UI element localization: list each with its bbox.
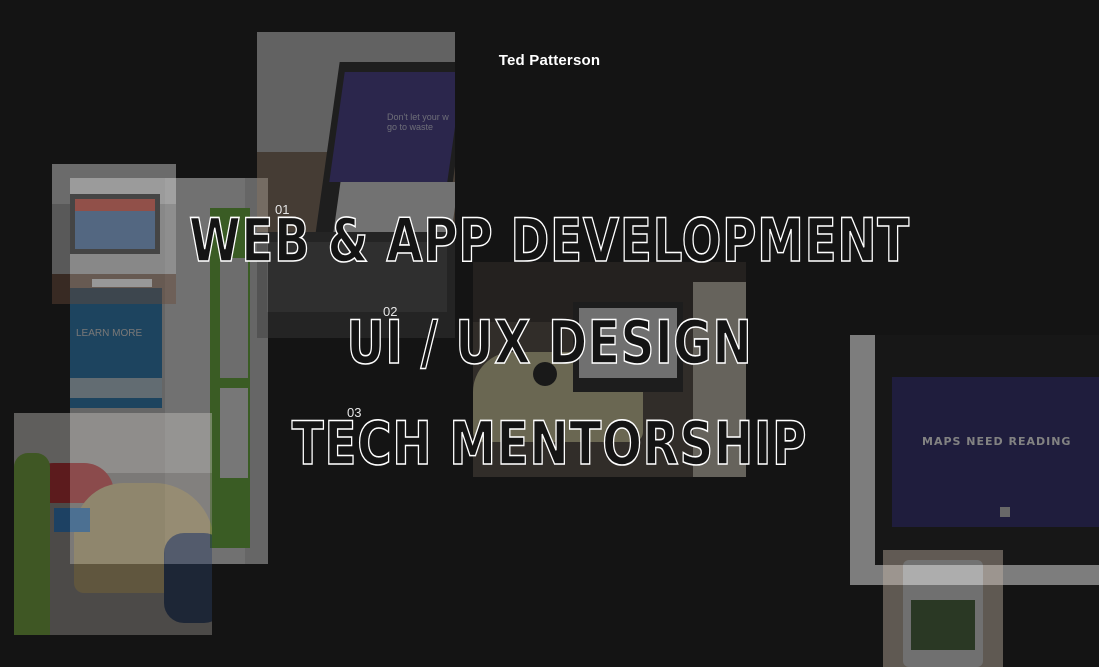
service-web-app-development[interactable]: WEB & APP DEVELOPMENT <box>121 207 978 275</box>
site-owner-name[interactable]: Ted Patterson <box>0 52 1099 69</box>
service-tech-mentorship[interactable]: TECH MENTORSHIP <box>121 410 978 478</box>
service-ui-ux-design[interactable]: UI / UX DESIGN <box>121 309 978 377</box>
photo-laptop-desk: Don't let your w go to waste <box>257 32 455 338</box>
laptop-screen-text: Don't let your w go to waste <box>387 112 449 132</box>
photo-phone-hand <box>883 550 1003 667</box>
